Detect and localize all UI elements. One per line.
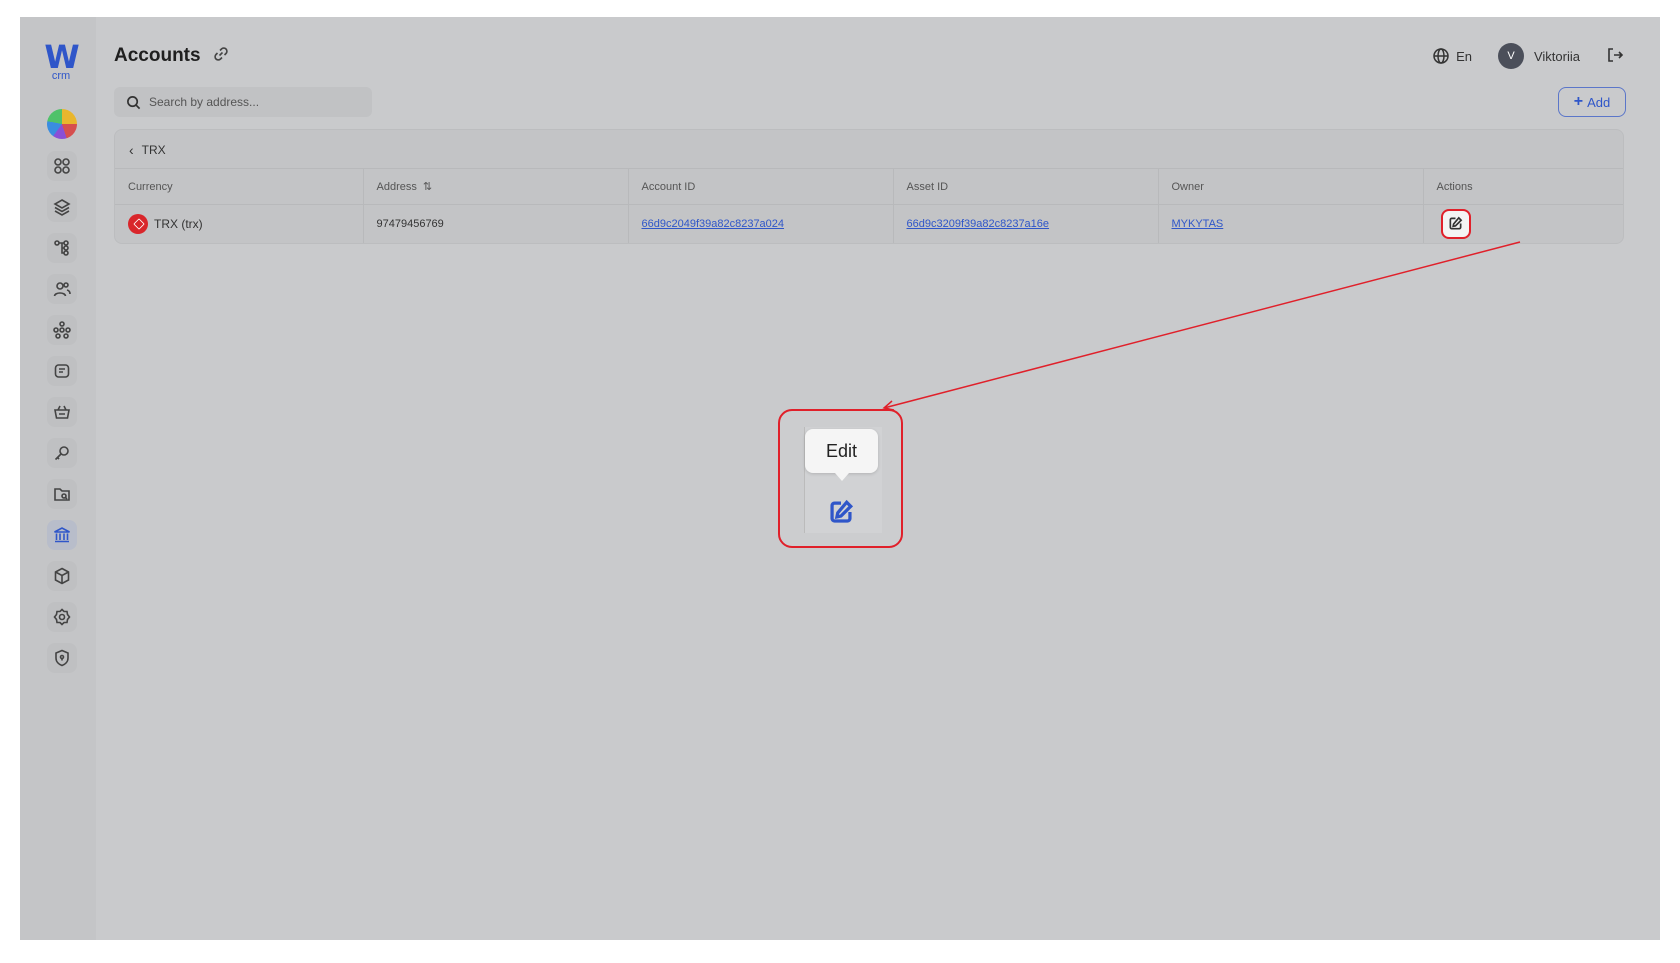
column-header-currency: Currency [115, 168, 363, 205]
cell-asset-id: 66d9c3209f39a82c8237a16e [892, 204, 1158, 243]
back-button[interactable]: ‹ TRX [129, 142, 166, 158]
dashboard-icon [54, 158, 70, 174]
add-button-label: Add [1587, 94, 1611, 110]
table-header-row: Currency Address ⇅ Account ID Asset ID Ow… [115, 168, 1623, 205]
sidebar-item-layers[interactable] [47, 192, 77, 222]
page-header: Accounts [114, 45, 229, 67]
column-header-address[interactable]: Address ⇅ [362, 168, 628, 205]
column-header-actions: Actions [1422, 168, 1623, 205]
folder-search-icon [54, 488, 70, 501]
column-header-owner: Owner [1157, 168, 1423, 205]
plus-icon: + [1573, 93, 1584, 110]
cell-owner: MYKYTAS [1157, 204, 1423, 243]
asset-id-link[interactable]: 66d9c3209f39a82c8237a16e [907, 218, 1050, 230]
layers-icon [53, 199, 71, 216]
edit-button[interactable] [1440, 208, 1471, 239]
box-icon [54, 567, 70, 585]
users-icon [53, 282, 71, 297]
accounts-table-card: ‹ TRX Currency Address ⇅ Account ID Asset… [114, 129, 1624, 244]
logout-icon [1608, 47, 1624, 62]
search-bar [114, 87, 372, 117]
zoomed-edit-button[interactable] [828, 499, 854, 530]
column-header-account-id: Account ID [627, 168, 893, 205]
app-frame: W crm Accounts En V Viktoriia Search by … [20, 17, 1660, 940]
basket-icon [54, 405, 70, 419]
sidebar-item-users[interactable] [47, 274, 77, 304]
column-header-address-label: Address [376, 181, 417, 193]
app-logo[interactable]: W crm [44, 38, 79, 82]
settings-icon [53, 608, 71, 626]
sidebar-item-security[interactable] [47, 643, 77, 673]
hierarchy-icon [54, 240, 69, 256]
bank-icon [54, 527, 70, 543]
edit-icon [1449, 216, 1463, 230]
sidebar-item-accounts[interactable] [47, 520, 77, 550]
chevron-left-icon: ‹ [129, 142, 134, 158]
sidebar-item-settings[interactable] [47, 602, 77, 632]
language-switcher[interactable]: En [1432, 47, 1472, 65]
cell-currency: TRX (trx) [115, 205, 363, 243]
sidebar: W crm [20, 17, 96, 940]
sidebar-item-hierarchy[interactable] [47, 233, 77, 263]
table-row: TRX (trx) 97479456769 66d9c2049f39a82c82… [115, 204, 1623, 243]
shield-icon [55, 649, 69, 667]
copy-link-button[interactable] [213, 46, 229, 67]
add-button[interactable]: + Add [1558, 87, 1626, 117]
edit-icon [830, 499, 854, 523]
search-icon [127, 95, 141, 109]
sort-icon[interactable]: ⇅ [423, 181, 432, 193]
cell-address: 97479456769 [362, 204, 628, 243]
avatar[interactable]: V [1497, 43, 1524, 69]
sidebar-item-products[interactable] [47, 561, 77, 591]
logo-letter: W [44, 38, 79, 76]
owner-link[interactable]: MYKYTAS [1172, 218, 1224, 230]
sidebar-item-basket[interactable] [47, 397, 77, 427]
globe-icon [1433, 48, 1449, 64]
currency-name: TRX (trx) [154, 216, 203, 231]
logout-button[interactable] [1606, 46, 1624, 67]
user-name[interactable]: Viktoriia [1534, 49, 1580, 64]
zoom-callout: Edit [778, 409, 903, 548]
key-icon [54, 446, 69, 461]
pie-chart-icon[interactable] [47, 109, 77, 139]
sidebar-item-dashboard[interactable] [47, 151, 77, 181]
accounts-table: Currency Address ⇅ Account ID Asset ID Ow… [115, 168, 1623, 243]
trx-coin-icon [128, 213, 148, 234]
sidebar-item-network[interactable] [47, 315, 77, 345]
back-label: TRX [141, 143, 166, 157]
sidebar-item-keys[interactable] [47, 438, 77, 468]
edit-tooltip: Edit [805, 429, 878, 481]
tickets-icon [54, 364, 70, 378]
account-id-link[interactable]: 66d9c2049f39a82c8237a024 [642, 218, 785, 230]
language-label: En [1456, 48, 1472, 64]
sidebar-item-folders[interactable] [47, 479, 77, 509]
sidebar-item-tickets[interactable] [47, 356, 77, 386]
link-icon [213, 46, 228, 61]
search-input[interactable] [149, 95, 349, 109]
page-title: Accounts [114, 45, 201, 66]
cell-account-id: 66d9c2049f39a82c8237a024 [627, 204, 893, 243]
user-area: En V Viktoriia [1432, 43, 1624, 69]
network-icon [53, 321, 71, 339]
column-header-asset-id: Asset ID [892, 168, 1158, 205]
cell-actions [1422, 204, 1623, 243]
